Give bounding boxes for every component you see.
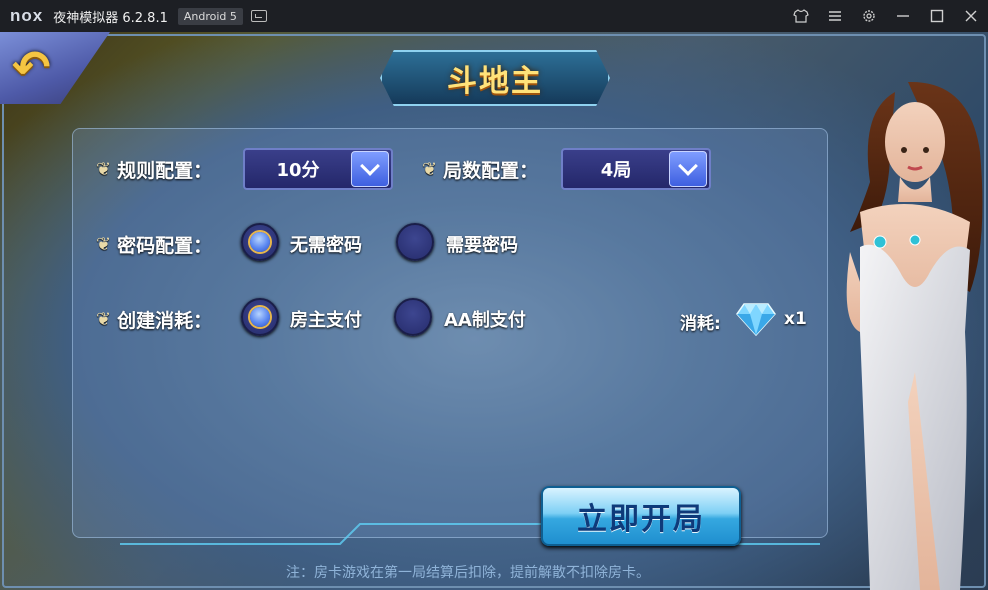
- fleur-icon: ❦: [96, 234, 112, 255]
- start-game-button[interactable]: 立即开局: [541, 486, 741, 546]
- rounds-select-value: 4局: [600, 160, 632, 181]
- screen-icon[interactable]: [250, 10, 267, 22]
- fleur-icon: ❦: [96, 309, 112, 330]
- password-config-text: 密码配置：: [117, 235, 213, 257]
- rounds-config-label: ❦ 局数配置：: [422, 156, 538, 183]
- rounds-select[interactable]: 4局: [561, 148, 711, 190]
- radio-aa-pay-label[interactable]: AA制支付: [444, 306, 526, 332]
- emulator-titlebar: nox 夜神模拟器 6.2.8.1 Android 5: [0, 0, 988, 32]
- radio-need-password[interactable]: [396, 223, 434, 261]
- radio-host-pay[interactable]: [241, 298, 279, 336]
- app-title: 夜神模拟器 6.2.8.1: [53, 10, 168, 26]
- radio-aa-pay[interactable]: [394, 298, 432, 336]
- notice-text: 注：房卡游戏在第一局结算后扣除，提前解散不扣除房卡。: [286, 565, 650, 581]
- shirt-icon[interactable]: [784, 0, 818, 32]
- maximize-icon[interactable]: [920, 0, 954, 32]
- radio-no-password-label[interactable]: 无需密码: [290, 231, 362, 257]
- rule-select-value: 10分: [276, 160, 320, 181]
- menu-icon[interactable]: [818, 0, 852, 32]
- rule-config-text: 规则配置：: [117, 160, 213, 182]
- close-icon[interactable]: [954, 0, 988, 32]
- android-version-badge: Android 5: [177, 7, 243, 25]
- gear-icon[interactable]: [852, 0, 886, 32]
- create-cost-text: 创建消耗：: [117, 310, 213, 332]
- diamond-icon: [736, 303, 776, 336]
- fleur-icon: ❦: [96, 159, 112, 180]
- character-illustration: [846, 81, 983, 590]
- rule-config-label: ❦ 规则配置：: [96, 156, 212, 183]
- chevron-down-icon[interactable]: [669, 151, 707, 187]
- back-arrow-icon: ↶: [12, 40, 51, 94]
- nox-logo: nox: [10, 6, 44, 25]
- minimize-icon[interactable]: [886, 0, 920, 32]
- window-controls: [784, 0, 988, 32]
- radio-need-password-label[interactable]: 需要密码: [446, 231, 518, 257]
- chevron-down-icon[interactable]: [351, 151, 389, 187]
- password-config-label: ❦ 密码配置：: [96, 231, 212, 258]
- cost-label: 消耗:: [680, 314, 721, 334]
- radio-no-password[interactable]: [241, 223, 279, 261]
- cost-count: x1: [784, 309, 807, 329]
- radio-host-pay-label[interactable]: 房主支付: [290, 306, 362, 332]
- game-title: 斗地主: [447, 64, 543, 99]
- fleur-icon: ❦: [422, 159, 438, 180]
- rule-select[interactable]: 10分: [243, 148, 393, 190]
- rounds-config-text: 局数配置：: [443, 160, 539, 182]
- create-cost-label: ❦ 创建消耗：: [96, 306, 212, 333]
- game-screen: ↶ 斗地主 ❦ 规则配置： 10分 ❦ 局数配置： 4局 ❦ 密码配置： 无需密…: [0, 32, 988, 590]
